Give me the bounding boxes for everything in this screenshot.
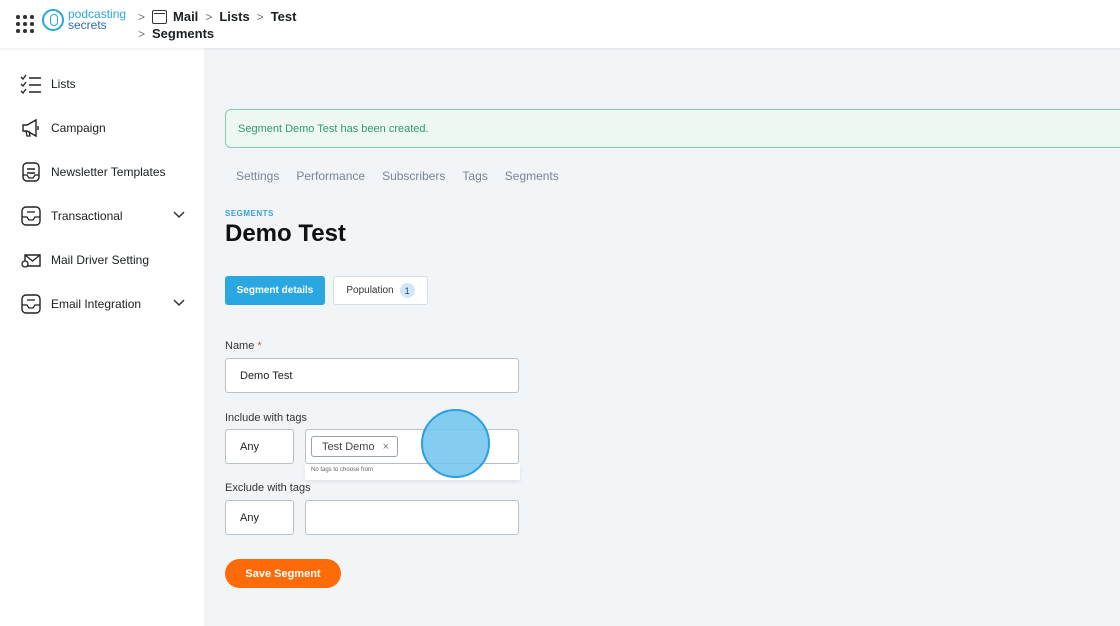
tab-tags[interactable]: Tags	[462, 169, 487, 183]
breadcrumb: > Mail > Lists > Test > Segments	[134, 8, 296, 42]
tag-chip: Test Demo ×	[311, 436, 399, 457]
segment-details-button[interactable]: Segment details	[225, 276, 325, 305]
sidebar-item-label: Mail Driver Setting	[51, 253, 150, 267]
sidebar: Lists Campaign Newsletter Templates Tran…	[0, 48, 204, 626]
sidebar-item-label: Campaign	[51, 121, 106, 135]
breadcrumb-segments[interactable]: Segments	[152, 26, 214, 41]
exclude-tags-input[interactable]	[305, 500, 519, 535]
sidebar-item-transactional[interactable]: Transactional	[20, 205, 185, 227]
success-alert: Segment Demo Test has been created.	[225, 109, 1120, 148]
mail-settings-icon	[20, 249, 42, 271]
tab-settings[interactable]: Settings	[236, 169, 279, 183]
main-content: Segment Demo Test has been created. Sett…	[204, 48, 1120, 626]
top-bar: podcasting secrets > Mail > Lists > Test…	[0, 0, 1120, 48]
sidebar-item-email-integration[interactable]: Email Integration	[20, 293, 185, 315]
sidebar-item-label: Lists	[51, 77, 76, 91]
chevron-right-icon: >	[205, 9, 213, 24]
required-mark: *	[257, 340, 262, 352]
chevron-right-icon: >	[138, 26, 146, 41]
save-segment-button[interactable]: Save Segment	[225, 559, 341, 588]
inbox-icon	[20, 205, 42, 227]
sidebar-item-campaign[interactable]: Campaign	[20, 117, 185, 139]
population-button[interactable]: Population 1	[333, 276, 428, 305]
tab-subscribers[interactable]: Subscribers	[382, 169, 445, 183]
population-count-badge: 1	[399, 283, 415, 298]
sidebar-item-lists[interactable]: Lists	[20, 73, 185, 95]
list-tabs: Settings Performance Subscribers Tags Se…	[236, 169, 576, 183]
sidebar-item-mail-driver-setting[interactable]: Mail Driver Setting	[20, 249, 185, 271]
exclude-tags-label: Exclude with tags	[225, 482, 311, 494]
mail-icon	[152, 9, 168, 24]
megaphone-icon	[20, 117, 42, 139]
tag-dropdown-hint: No tags to choose from	[305, 464, 520, 480]
chevron-down-icon[interactable]	[173, 210, 185, 222]
name-label: Name *	[225, 340, 262, 352]
population-label: Population	[346, 285, 394, 296]
exclude-mode-select[interactable]: Any	[225, 500, 294, 535]
remove-tag-icon[interactable]: ×	[383, 441, 389, 453]
brand-logo[interactable]: podcasting secrets	[42, 8, 126, 32]
page-title: Demo Test	[225, 220, 346, 247]
tab-segments[interactable]: Segments	[505, 169, 559, 183]
sidebar-item-label: Newsletter Templates	[51, 165, 166, 179]
name-label-text: Name	[225, 340, 255, 352]
checklist-icon	[20, 73, 42, 95]
breadcrumb-mail[interactable]: Mail	[173, 9, 198, 24]
chevron-down-icon[interactable]	[173, 298, 185, 310]
tab-performance[interactable]: Performance	[296, 169, 365, 183]
breadcrumb-test[interactable]: Test	[271, 9, 297, 24]
include-mode-select[interactable]: Any	[225, 429, 294, 464]
include-tags-label: Include with tags	[225, 412, 307, 424]
chevron-right-icon: >	[138, 9, 146, 24]
section-eyebrow: SEGMENTS	[225, 209, 274, 218]
app-grid-icon[interactable]	[16, 15, 34, 33]
sidebar-item-label: Transactional	[51, 209, 123, 223]
brand-line-2: secrets	[68, 18, 107, 32]
microphone-icon	[42, 9, 64, 31]
inbox-icon	[20, 293, 42, 315]
tag-chip-label: Test Demo	[322, 440, 375, 453]
breadcrumb-lists[interactable]: Lists	[219, 9, 249, 24]
sidebar-item-label: Email Integration	[51, 297, 142, 311]
chevron-right-icon: >	[256, 9, 264, 24]
sidebar-item-newsletter-templates[interactable]: Newsletter Templates	[20, 161, 185, 183]
click-indicator	[421, 409, 490, 478]
newsletter-icon	[20, 161, 42, 183]
name-input[interactable]: Demo Test	[225, 358, 519, 393]
